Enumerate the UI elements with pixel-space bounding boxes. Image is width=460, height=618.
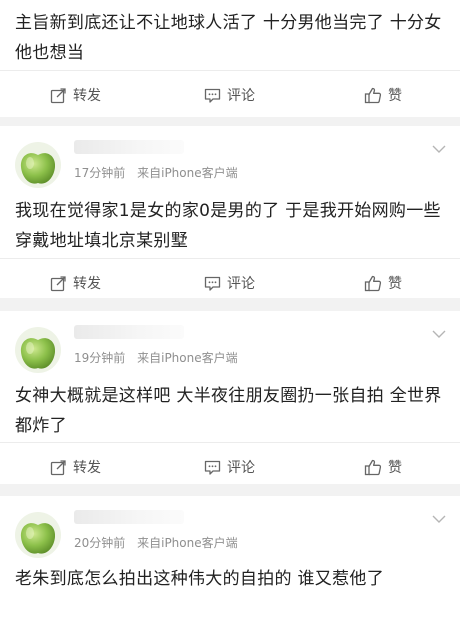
thumbs-up-icon — [364, 459, 382, 475]
post-card[interactable]: 19分钟前 来自iPhone客户端 女神大概就是这样吧 大半夜往朋友圈扔一张自拍… — [0, 311, 460, 484]
like-button[interactable]: 赞 — [364, 259, 402, 307]
post-time: 20分钟前 — [74, 536, 126, 550]
repost-button[interactable]: 转发 — [50, 259, 101, 307]
green-apple-avatar — [15, 327, 61, 373]
repost-icon — [50, 87, 66, 103]
username-blurred[interactable] — [74, 325, 184, 339]
post-source: 来自iPhone客户端 — [137, 536, 238, 550]
post-text: 老朱到底怎么拍出这种伟大的自拍的 谁又惹他了 — [15, 569, 385, 589]
post-time: 19分钟前 — [74, 351, 126, 365]
comment-icon — [204, 460, 221, 475]
thumbs-up-icon — [364, 275, 382, 291]
comment-button[interactable]: 评论 — [204, 259, 255, 307]
repost-button[interactable]: 转发 — [50, 443, 101, 491]
post-meta: 19分钟前 来自iPhone客户端 — [74, 349, 238, 366]
post-header: 19分钟前 来自iPhone客户端 — [0, 311, 460, 373]
comment-label: 评论 — [227, 88, 255, 104]
post-header: 20分钟前 来自iPhone客户端 — [0, 496, 460, 558]
post-text: 女神大概就是这样吧 大半夜往朋友圈扔一张自拍 全世界都炸了 — [15, 386, 442, 436]
avatar[interactable] — [15, 512, 61, 558]
avatar[interactable] — [15, 142, 61, 188]
repost-label: 转发 — [73, 88, 101, 104]
post-actions: 转发 评论 赞 — [0, 258, 460, 306]
like-label: 赞 — [388, 276, 402, 292]
repost-icon — [50, 459, 66, 475]
post-source: 来自iPhone客户端 — [137, 166, 238, 180]
thumbs-up-icon — [364, 87, 382, 103]
repost-icon — [50, 275, 66, 291]
avatar[interactable] — [15, 327, 61, 373]
post-card[interactable]: 20分钟前 来自iPhone客户端 老朱到底怎么拍出这种伟大的自拍的 谁又惹他了 — [0, 496, 460, 618]
like-label: 赞 — [388, 88, 402, 104]
post-meta: 17分钟前 来自iPhone客户端 — [74, 164, 238, 181]
post-actions: 转发 评论 赞 — [0, 442, 460, 490]
chevron-down-icon[interactable] — [432, 514, 446, 524]
post-meta: 20分钟前 来自iPhone客户端 — [74, 534, 238, 551]
chevron-down-icon[interactable] — [432, 329, 446, 339]
post-card[interactable]: 17分钟前 来自iPhone客户端 我现在觉得家1是女的家0是男的了 于是我开始… — [0, 126, 460, 298]
username-blurred[interactable] — [74, 140, 184, 154]
repost-label: 转发 — [73, 460, 101, 476]
weibo-feed: 主旨新到底还让不让地球人活了 十分男他当完了 十分女他也想当 转发 评论 赞 1… — [0, 0, 460, 618]
like-label: 赞 — [388, 460, 402, 476]
like-button[interactable]: 赞 — [364, 443, 402, 491]
chevron-down-icon[interactable] — [432, 144, 446, 154]
like-button[interactable]: 赞 — [364, 71, 402, 119]
username-blurred[interactable] — [74, 510, 184, 524]
green-apple-avatar — [15, 512, 61, 558]
post-time: 17分钟前 — [74, 166, 126, 180]
post-header: 17分钟前 来自iPhone客户端 — [0, 126, 460, 188]
repost-button[interactable]: 转发 — [50, 71, 101, 119]
repost-label: 转发 — [73, 276, 101, 292]
green-apple-avatar — [15, 142, 61, 188]
post-actions: 转发 评论 赞 — [0, 70, 460, 118]
comment-icon — [204, 88, 221, 103]
comment-label: 评论 — [227, 276, 255, 292]
post-card[interactable]: 主旨新到底还让不让地球人活了 十分男他当完了 十分女他也想当 转发 评论 赞 — [0, 0, 460, 117]
comment-label: 评论 — [227, 460, 255, 476]
post-source: 来自iPhone客户端 — [137, 351, 238, 365]
post-text: 我现在觉得家1是女的家0是男的了 于是我开始网购一些穿戴地址填北京某别墅 — [15, 201, 441, 251]
comment-button[interactable]: 评论 — [204, 71, 255, 119]
comment-button[interactable]: 评论 — [204, 443, 255, 491]
comment-icon — [204, 276, 221, 291]
post-text: 主旨新到底还让不让地球人活了 十分男他当完了 十分女他也想当 — [15, 13, 442, 63]
